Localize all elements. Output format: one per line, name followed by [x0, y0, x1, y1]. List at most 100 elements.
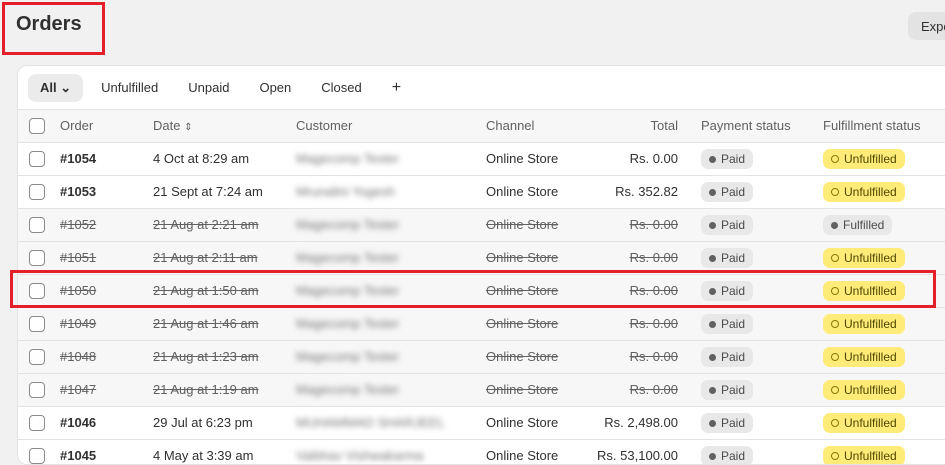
order-date: 21 Aug at 2:21 am: [153, 217, 259, 232]
customer-name: Magecomp Tester: [296, 151, 400, 166]
order-total: Rs. 0.00: [629, 349, 678, 364]
row-checkbox[interactable]: [29, 349, 45, 365]
fulfillment-status-label: Unfulfilled: [844, 317, 897, 331]
fulfillment-status-badge: Unfulfilled: [823, 446, 905, 464]
fulfillment-status-badge: Unfulfilled: [823, 347, 905, 367]
order-total: Rs. 2,498.00: [604, 415, 678, 430]
table-row[interactable]: #1052 21 Aug at 2:21 am Magecomp Tester …: [18, 208, 945, 241]
header-total: Total: [650, 118, 678, 133]
add-view-button[interactable]: +: [380, 73, 413, 103]
fulfillment-status-badge: Unfulfilled: [823, 314, 905, 334]
fulfillment-status-cell: Unfulfilled: [823, 143, 905, 175]
payment-status-cell: Paid: [701, 176, 754, 208]
row-checkbox[interactable]: [29, 448, 45, 464]
row-checkbox[interactable]: [29, 217, 45, 233]
filled-dot-icon: [831, 222, 838, 229]
customer-name: Magecomp Tester: [296, 217, 400, 232]
filled-dot-icon: [709, 387, 716, 394]
table-row[interactable]: #1048 21 Aug at 1:23 am Magecomp Tester …: [18, 340, 945, 373]
export-button[interactable]: Expo: [908, 12, 945, 40]
table-row[interactable]: #1046 29 Jul at 6:23 pm MUHAMMAD SHARJEE…: [18, 406, 945, 439]
highlight-box-row: [10, 270, 936, 308]
payment-status-cell: Paid: [701, 308, 754, 340]
payment-status-badge: Paid: [701, 182, 754, 202]
row-checkbox[interactable]: [29, 382, 45, 398]
row-checkbox[interactable]: [29, 184, 45, 200]
ring-icon: [831, 353, 839, 361]
ring-icon: [831, 386, 839, 394]
row-checkbox[interactable]: [29, 415, 45, 431]
order-total: Rs. 0.00: [629, 382, 678, 397]
tab-unpaid[interactable]: Unpaid: [176, 74, 241, 101]
fulfillment-status-badge: Unfulfilled: [823, 248, 905, 268]
order-number[interactable]: #1046: [60, 407, 96, 439]
channel: Online Store: [486, 151, 559, 166]
payment-status-badge: Paid: [701, 446, 754, 464]
fulfillment-status-badge: Fulfilled: [823, 215, 893, 235]
channel: Online Store: [486, 217, 559, 232]
order-total: Rs. 0.00: [629, 217, 678, 232]
order-date: 21 Sept at 7:24 am: [153, 184, 263, 199]
header-date[interactable]: Date ⇕: [153, 110, 192, 142]
header-order: Order: [60, 118, 94, 133]
tab-unfulfilled[interactable]: Unfulfilled: [89, 74, 170, 101]
channel: Online Store: [486, 382, 559, 397]
header-customer: Customer: [296, 118, 353, 133]
table-row[interactable]: #1045 4 May at 3:39 am Vaibhav Vishwakar…: [18, 439, 945, 464]
select-all-checkbox[interactable]: [29, 118, 45, 134]
channel: Online Store: [486, 415, 559, 430]
row-checkbox[interactable]: [29, 250, 45, 266]
ring-icon: [831, 320, 839, 328]
channel: Online Store: [486, 316, 559, 331]
customer-name: Magecomp Tester: [296, 316, 400, 331]
order-number[interactable]: #1054: [60, 143, 96, 175]
payment-status-badge: Paid: [701, 314, 754, 334]
tab-open[interactable]: Open: [247, 74, 303, 101]
payment-status-cell: Paid: [701, 374, 754, 406]
payment-status-cell: Paid: [701, 341, 754, 373]
order-total: Rs. 53,100.00: [597, 448, 678, 463]
filter-tabs: All ⌄ Unfulfilled Unpaid Open Closed +: [18, 66, 945, 109]
row-checkbox[interactable]: [29, 316, 45, 332]
chevron-down-icon: ⌄: [60, 79, 72, 95]
order-number[interactable]: #1047: [60, 374, 96, 406]
order-number[interactable]: #1045: [60, 440, 96, 464]
table-row[interactable]: #1053 21 Sept at 7:24 am Mrunalini Yoges…: [18, 175, 945, 208]
payment-status-cell: Paid: [701, 407, 754, 439]
order-number[interactable]: #1048: [60, 341, 96, 373]
fulfillment-status-label: Unfulfilled: [844, 383, 897, 397]
table-row[interactable]: #1049 21 Aug at 1:46 am Magecomp Tester …: [18, 307, 945, 340]
fulfillment-status-badge: Unfulfilled: [823, 149, 905, 169]
payment-status-cell: Paid: [701, 440, 754, 464]
fulfillment-status-cell: Fulfilled: [823, 209, 893, 241]
order-date: 21 Aug at 1:19 am: [153, 382, 259, 397]
payment-status-label: Paid: [721, 251, 746, 265]
customer-name: Magecomp Tester: [296, 382, 400, 397]
header-date-label: Date: [153, 118, 181, 133]
filled-dot-icon: [709, 156, 716, 163]
order-number[interactable]: #1049: [60, 308, 96, 340]
table-row[interactable]: #1047 21 Aug at 1:19 am Magecomp Tester …: [18, 373, 945, 406]
row-checkbox[interactable]: [29, 151, 45, 167]
payment-status-badge: Paid: [701, 380, 754, 400]
order-date: 4 May at 3:39 am: [153, 448, 254, 463]
fulfillment-status-label: Unfulfilled: [844, 416, 897, 430]
order-date: 21 Aug at 1:46 am: [153, 316, 259, 331]
tab-label: All: [40, 79, 57, 95]
order-date: 21 Aug at 1:23 am: [153, 349, 259, 364]
tab-all[interactable]: All ⌄: [28, 73, 84, 102]
header-fulfillment-status: Fulfillment status: [823, 118, 921, 133]
channel: Online Store: [486, 448, 559, 463]
fulfillment-status-cell: Unfulfilled: [823, 374, 905, 406]
fulfillment-status-cell: Unfulfilled: [823, 440, 905, 464]
table-row[interactable]: #1054 4 Oct at 8:29 am Magecomp Tester O…: [18, 142, 945, 175]
filled-dot-icon: [709, 420, 716, 427]
filled-dot-icon: [709, 321, 716, 328]
tab-closed[interactable]: Closed: [309, 74, 373, 101]
fulfillment-status-cell: Unfulfilled: [823, 308, 905, 340]
filled-dot-icon: [709, 222, 716, 229]
ring-icon: [831, 188, 839, 196]
fulfillment-status-label: Unfulfilled: [844, 350, 897, 364]
order-number[interactable]: #1053: [60, 176, 96, 208]
order-number[interactable]: #1052: [60, 209, 96, 241]
